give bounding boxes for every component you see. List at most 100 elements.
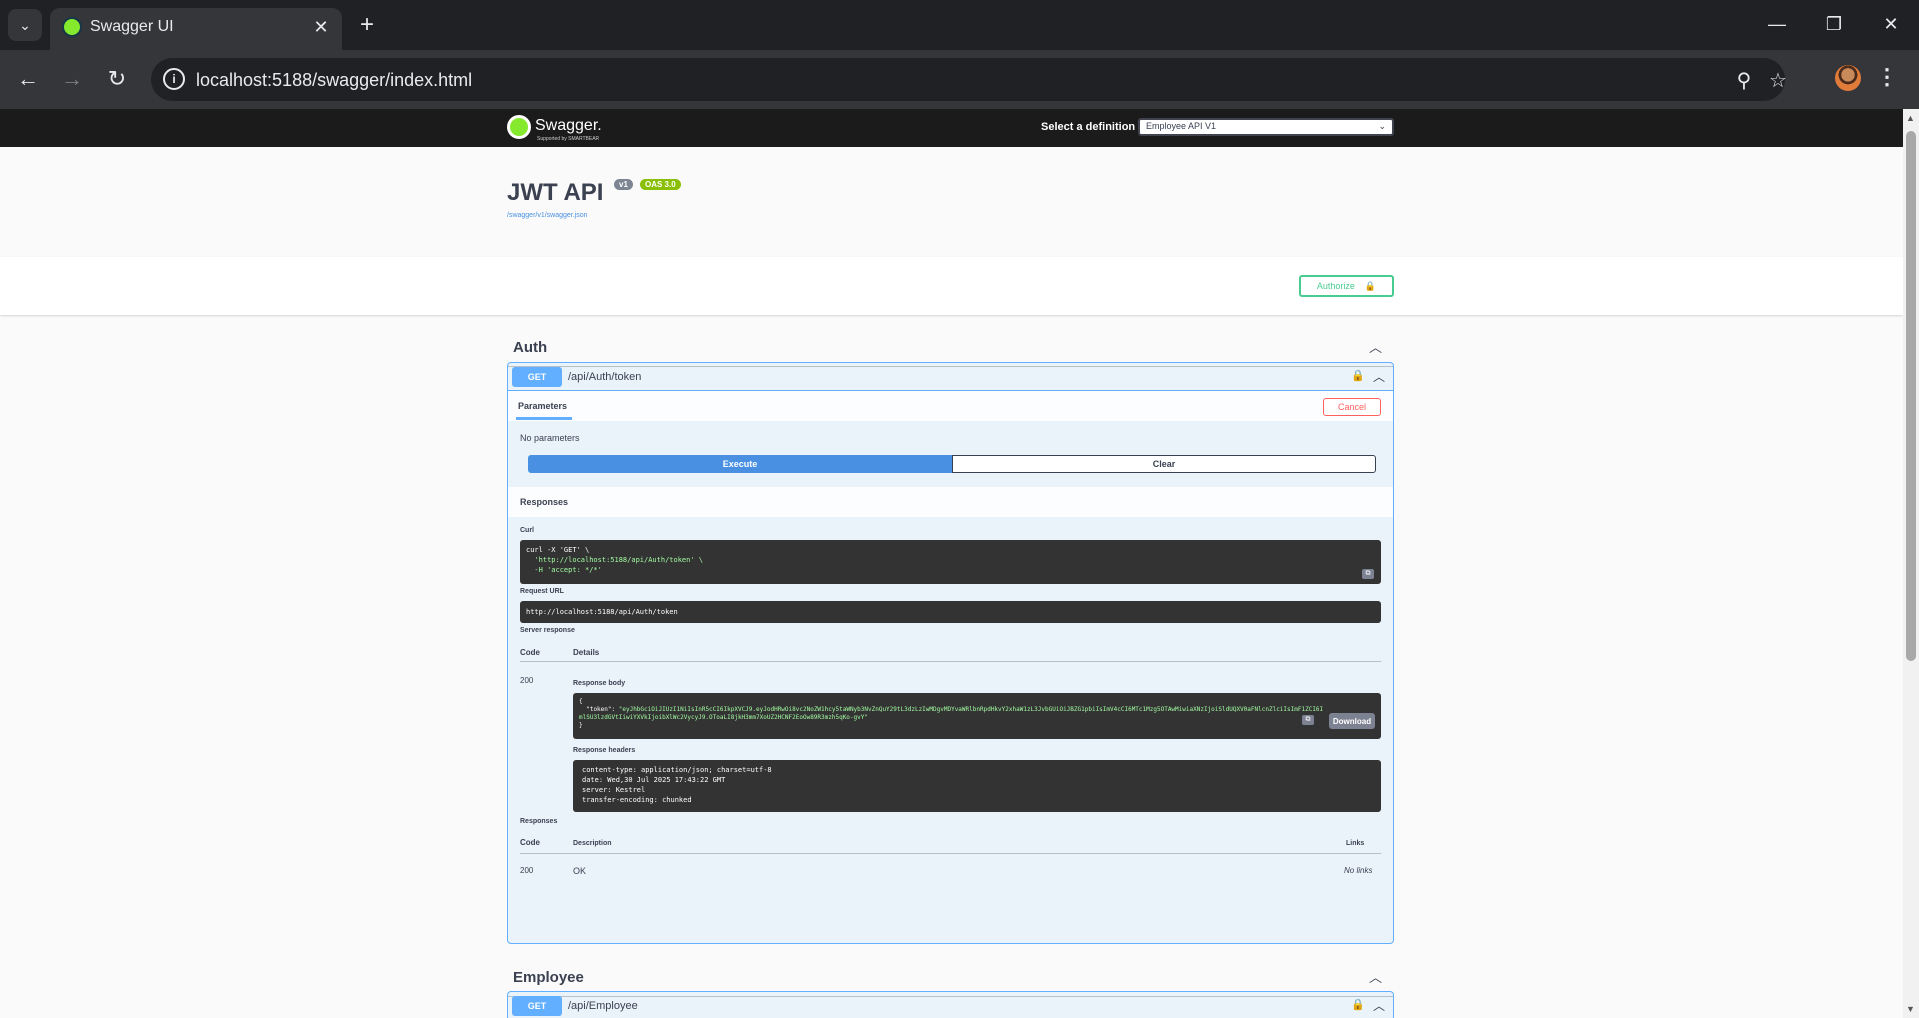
code-header: Code — [520, 838, 540, 847]
swagger-logo-icon[interactable] — [507, 115, 531, 139]
copy-icon[interactable]: ⧉ — [1302, 715, 1314, 725]
header-line: server: Kestrel — [582, 786, 646, 794]
scroll-down-icon[interactable]: ▼ — [1906, 1004, 1915, 1014]
response-headers-label: Response headers — [573, 747, 636, 754]
body-open: { — [579, 698, 583, 705]
header-line: date: Wed,30 Jul 2025 17:43:22 GMT — [582, 776, 726, 784]
lock-icon: 🔒 — [1364, 280, 1377, 291]
curl-label: Curl — [520, 527, 534, 534]
response-body-label: Response body — [573, 680, 626, 687]
request-url-block[interactable]: http://localhost:5188/api/Auth/token — [520, 601, 1381, 623]
operation-path: /api/Employee — [568, 1000, 638, 1012]
request-url-text: http://localhost:5188/api/Auth/token — [526, 608, 678, 616]
lock-icon[interactable]: 🔒 — [1351, 998, 1365, 1011]
response-links: No links — [1344, 866, 1373, 875]
swagger-logo-text: Swagger. — [535, 117, 602, 134]
tab-search-button[interactable]: ⌄ — [8, 9, 42, 41]
scroll-thumb[interactable] — [1906, 131, 1916, 661]
close-tab-icon[interactable]: ✕ — [308, 14, 334, 40]
no-parameters-text: No parameters — [520, 433, 580, 443]
browser-tab[interactable]: Swagger UI ✕ — [50, 8, 342, 50]
scheme-container: Authorize 🔒 — [0, 257, 1903, 315]
definition-select[interactable]: Employee API V1 ⌄ — [1138, 118, 1394, 136]
operation-summary[interactable]: GET /api/Auth/token 🔒 ︿ — [508, 363, 1393, 391]
site-info-icon[interactable]: i — [163, 68, 185, 90]
parameters-header: Parameters Cancel — [508, 391, 1393, 421]
tab-strip: ⌄ Swagger UI ✕ + — ❐ ✕ — [0, 0, 1919, 50]
method-badge: GET — [512, 996, 562, 1016]
chevron-down-icon: ⌄ — [19, 16, 31, 33]
scroll-up-icon[interactable]: ▲ — [1906, 113, 1915, 123]
links-header: Links — [1346, 840, 1365, 847]
tab-title: Swagger UI — [90, 18, 174, 35]
execute-button[interactable]: Execute — [528, 455, 952, 473]
chevron-up-icon[interactable]: ︿ — [1369, 967, 1382, 986]
download-button[interactable]: Download — [1329, 713, 1375, 729]
header-line: transfer-encoding: chunked — [582, 796, 692, 804]
divider — [520, 661, 1381, 662]
tag-name: Employee — [513, 969, 584, 986]
definition-label: Select a definition — [1041, 121, 1136, 133]
responses-label: Responses — [520, 818, 558, 825]
response-headers-block[interactable]: content-type: application/json; charset=… — [573, 760, 1381, 812]
response-code: 200 — [520, 866, 534, 875]
tab-parameters[interactable]: Parameters — [518, 401, 567, 411]
zoom-icon[interactable]: ⚲ — [1732, 68, 1756, 92]
cancel-button[interactable]: Cancel — [1323, 398, 1381, 416]
request-url-label: Request URL — [520, 588, 564, 595]
response-code: 200 — [520, 676, 534, 685]
browser-toolbar: ← → ↻ i localhost:5188/swagger/index.htm… — [0, 50, 1919, 109]
description-header: Description — [573, 840, 612, 847]
clear-button[interactable]: Clear — [952, 455, 1376, 473]
page-viewport: Swagger. Supported by SMARTBEAR Select a… — [0, 109, 1903, 1018]
chevron-up-icon[interactable]: ︿ — [1373, 368, 1385, 385]
page-scrollbar[interactable]: ▲ ▼ — [1903, 109, 1919, 1018]
chevron-up-icon[interactable]: ︿ — [1373, 997, 1385, 1014]
curl-code-block[interactable]: curl -X 'GET' \ 'http://localhost:5188/a… — [520, 540, 1381, 584]
response-body-block[interactable]: { "token": "eyJhbGciOiJIUzI1NiIsInR5cCI6… — [573, 693, 1381, 739]
operation-summary[interactable]: GET /api/Employee 🔒 ︿ — [508, 992, 1393, 1018]
responses-header: Responses — [508, 487, 1393, 517]
url-text[interactable]: localhost:5188/swagger/index.html — [196, 70, 472, 91]
tag-auth[interactable]: Auth ︿ — [507, 327, 1394, 367]
authorize-button[interactable]: Authorize 🔒 — [1299, 275, 1394, 297]
minimize-icon[interactable]: — — [1757, 6, 1797, 42]
header-line: content-type: application/json; charset=… — [582, 766, 772, 774]
lock-icon[interactable]: 🔒 — [1351, 369, 1365, 382]
responses-heading: Responses — [520, 497, 569, 507]
curl-line-3: -H 'accept: */*' — [526, 566, 602, 574]
chevron-up-icon[interactable]: ︿ — [1369, 337, 1382, 356]
body-close: } — [579, 722, 583, 729]
forward-arrow-icon[interactable]: → — [56, 63, 88, 95]
copy-icon[interactable]: ⧉ — [1362, 569, 1374, 579]
definition-value: Employee API V1 — [1146, 121, 1217, 131]
method-badge: GET — [512, 367, 562, 387]
address-bar[interactable]: i localhost:5188/swagger/index.html ⚲ ☆ — [151, 58, 1787, 101]
curl-line-2: 'http://localhost:5188/api/Auth/token' \ — [526, 556, 704, 564]
new-tab-button[interactable]: + — [352, 10, 382, 40]
swagger-topbar: Swagger. Supported by SMARTBEAR Select a… — [0, 109, 1903, 147]
server-response-label: Server response — [520, 627, 575, 634]
divider — [520, 853, 1381, 854]
operation-get-auth-token: GET /api/Auth/token 🔒 ︿ Parameters Cance… — [507, 362, 1394, 944]
back-arrow-icon[interactable]: ← — [12, 63, 44, 95]
restore-icon[interactable]: ❐ — [1814, 6, 1854, 42]
version-badge: v1 — [614, 179, 633, 190]
close-window-icon[interactable]: ✕ — [1871, 6, 1911, 42]
tag-name: Auth — [513, 339, 548, 356]
chevron-down-icon: ⌄ — [1378, 121, 1386, 131]
code-header: Code — [520, 648, 540, 657]
response-description: OK — [573, 866, 587, 876]
browser-menu-icon[interactable]: ⋮ — [1876, 64, 1898, 90]
details-header: Details — [573, 648, 600, 657]
bookmark-star-icon[interactable]: ☆ — [1766, 68, 1790, 92]
body-token-part1: "eyJhbGciOiJIUzI1NiIsInR5cCI6IkpXVCJ9.ey… — [618, 706, 1324, 713]
swagger-logo-subtext: Supported by SMARTBEAR — [537, 136, 600, 142]
profile-avatar[interactable] — [1835, 65, 1861, 91]
oas-badge: OAS 3.0 — [640, 179, 681, 190]
operation-path: /api/Auth/token — [568, 371, 642, 383]
body-key: "token": — [579, 706, 619, 713]
reload-icon[interactable]: ↻ — [101, 63, 133, 95]
spec-link[interactable]: /swagger/v1/swagger.json — [507, 212, 588, 219]
swagger-favicon-icon — [62, 17, 82, 37]
